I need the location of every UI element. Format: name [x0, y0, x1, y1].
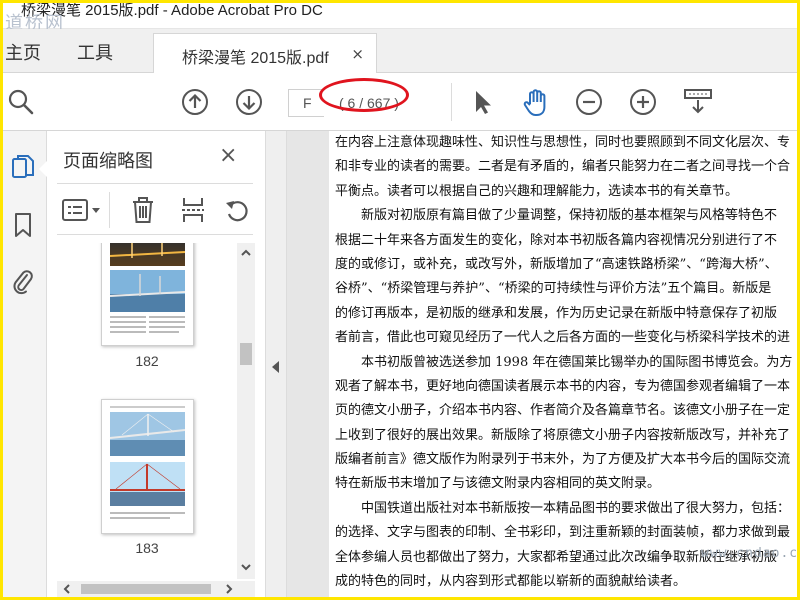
document-line: 中国铁道出版社对本书新版按一本精品图书的要求做出了很大努力，包括： [361, 500, 791, 516]
tab-document[interactable]: 桥梁漫笔 2015版.pdf × [153, 33, 377, 74]
document-view[interactable]: 在内容上注意体现趣味性、知识性与思想性，同时也要照顾到不同文化层次、专 和非专业的… [287, 131, 797, 597]
document-line: 页的德文小册子，介绍本书内容、作者简介及各篇章节名。该德文小册子在一定 [335, 403, 791, 419]
page-display-icon[interactable] [683, 88, 712, 116]
page-up-icon[interactable] [181, 88, 209, 116]
document-line: 的修订再版本，是初版的继承和发展，作为历史记录在新版中特意保存了初版 [335, 305, 778, 321]
bookmark-icon[interactable] [11, 211, 35, 239]
document-line: 根据二十年来各方面发生的变化，除对本书初版各篇内容视情况分别进行了不 [335, 232, 778, 248]
zoom-out-icon[interactable] [575, 88, 603, 116]
rotate-page-icon[interactable] [223, 196, 251, 224]
panel-collapse-strip[interactable] [265, 131, 287, 597]
close-panel-icon[interactable]: × [219, 143, 237, 168]
thumbnail-page[interactable] [101, 399, 194, 534]
document-line: 成的特色的同时，从内容到形式都能以崭新的面貌献给读者。 [335, 574, 687, 590]
document-line: 特在新版书末增加了与该德文附录内容相同的英文附录。 [335, 476, 661, 492]
document-line: 谷桥”、“桥梁管理与养护”、“桥梁的可持续性与评价方法”五个篇目。新版是 [335, 281, 772, 297]
hand-tool-icon[interactable] [521, 88, 549, 116]
page-preview-image [109, 243, 186, 333]
active-indicator [39, 161, 47, 177]
document-line: 和非专业的读者的需要。二者是有矛盾的，编者只能努力在二者之间寻找一个合 [335, 159, 791, 175]
document-line: 平衡点。读者可以根据自己的兴趣和理解能力，选读本书的有关章节。 [335, 183, 739, 199]
zoom-in-icon[interactable] [629, 88, 657, 116]
tab-tools[interactable]: 工具 [77, 39, 113, 65]
document-text: 在内容上注意体现趣味性、知识性与思想性，同时也要照顾到不同文化层次、专 和非专业的… [335, 131, 797, 594]
thumbnail-horizontal-scrollbar[interactable] [57, 581, 255, 597]
document-line: 本书初版曾被选送参加 1998 年在德国莱比锡举办的国际图书博览会。为方 [361, 354, 793, 370]
select-cursor-icon[interactable] [469, 88, 497, 116]
panel-toolbar [57, 183, 253, 235]
thumbnail-page[interactable] [101, 243, 194, 346]
vertical-scroll-thumb[interactable] [240, 343, 252, 365]
document-page: 在内容上注意体现趣味性、知识性与思想性，同时也要照顾到不同文化层次、专 和非专业的… [329, 131, 797, 597]
watermark-bottom-right: www.cndao.com [701, 546, 797, 561]
collapse-panel-icon[interactable] [272, 361, 279, 373]
insert-page-icon[interactable] [179, 196, 207, 224]
scroll-up-icon[interactable] [237, 245, 255, 261]
document-line: 上收到了很好的展出效果。新版除了将原德文小册子内容按新版改写，并补充了 [335, 427, 791, 443]
attachment-icon[interactable] [11, 267, 35, 295]
document-line: 在内容上注意体现趣味性、知识性与思想性，同时也要照顾到不同文化层次、专 [335, 135, 791, 150]
title-bar: 桥梁漫笔 2015版.pdf - Adobe Acrobat Pro DC [3, 3, 797, 29]
thumbnail-list: 182 183 [57, 243, 237, 583]
page-down-icon[interactable] [235, 88, 263, 116]
close-tab-icon[interactable]: × [351, 45, 364, 63]
delete-page-icon[interactable] [129, 196, 157, 224]
tab-bar: 主页 工具 桥梁漫笔 2015版.pdf × [3, 29, 797, 74]
horizontal-scroll-thumb[interactable] [81, 584, 211, 594]
scroll-down-icon[interactable] [237, 559, 255, 575]
tab-home[interactable]: 主页 [5, 39, 41, 65]
panel-toolbar-divider [109, 192, 110, 228]
window-title: 桥梁漫笔 2015版.pdf - Adobe Acrobat Pro DC [21, 3, 323, 19]
page-thumbnails-panel: 页面缩略图 × 182 183 [47, 131, 265, 597]
document-line: 的选择、文字与图表的印制、全书彩印，到注重新颖的封面装帧，都力求做到最 [335, 525, 791, 541]
tab-document-label: 桥梁漫笔 2015版.pdf [182, 50, 329, 67]
thumbnail-label: 183 [135, 540, 159, 556]
page-thumbnails-icon[interactable] [11, 153, 35, 181]
thumbnail-options-icon[interactable] [61, 196, 105, 224]
document-line: 新版对初版原有篇目做了少量调整，保持初版的基本框架与风格等特色不 [361, 208, 778, 224]
toolbar-divider [451, 83, 452, 121]
document-line: 观者了解本书，更好地向德国读者展示本书的内容，专为德国参观者编辑了一本 [335, 378, 791, 394]
panel-title: 页面缩略图 [63, 151, 153, 172]
search-icon[interactable] [7, 88, 35, 116]
document-line: 度的或修订，或补充，或改写外，新版增加了“高速铁路桥梁”、“跨海大桥”、 [335, 256, 778, 272]
thumbnail-vertical-scrollbar[interactable] [237, 243, 255, 579]
scroll-right-icon[interactable] [221, 581, 237, 597]
scroll-left-icon[interactable] [59, 581, 75, 597]
page-preview-image [109, 406, 186, 519]
navigation-rail [3, 131, 47, 597]
main-toolbar: F ( 6 / 667 ) [3, 73, 797, 131]
document-line: 者前言，借此也可窥见经历了一代人之后各方面的一些变化与桥梁科学技术的进 [335, 330, 791, 346]
thumbnail-label: 182 [135, 353, 159, 369]
document-line: 版编者前言》德文版作为附录列于书末外，为了方便及扩大本书今后的国际交流 [335, 452, 791, 468]
highlight-ellipse [319, 78, 409, 112]
acrobat-window: 桥梁漫笔 2015版.pdf - Adobe Acrobat Pro DC 道桥… [3, 3, 797, 597]
